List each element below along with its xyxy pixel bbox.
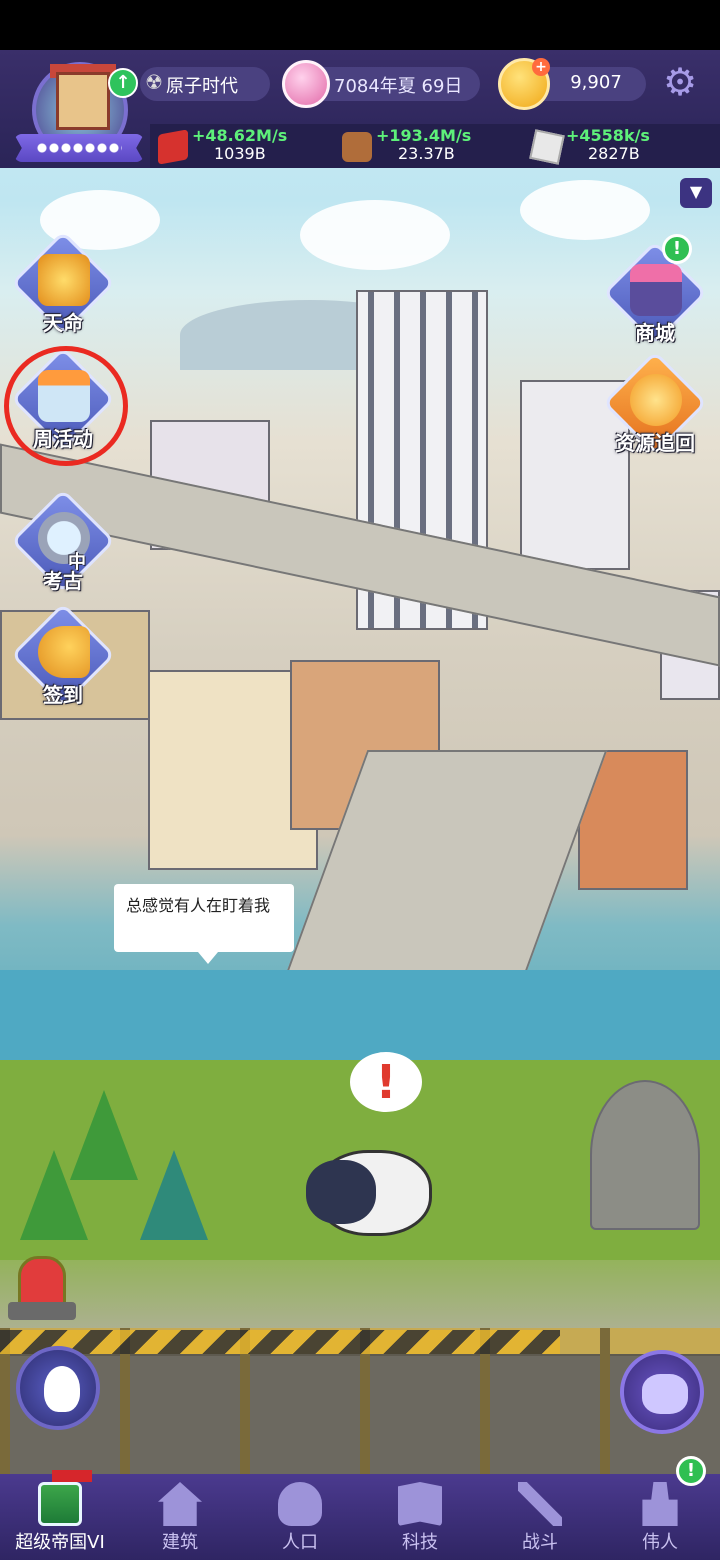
resource-recover-label: 资源追回 <box>615 431 695 455</box>
highlight-circle <box>4 346 128 466</box>
river <box>0 970 720 1060</box>
settings-gear-icon[interactable]: ⚙ <box>660 62 700 102</box>
resource-wood[interactable]: +193.4M/s 23.37B <box>342 126 492 166</box>
nav-buildings[interactable]: 建筑 <box>120 1474 240 1560</box>
shop-label: 商城 <box>635 321 675 345</box>
nav-empire[interactable]: 超级帝国VI <box>0 1474 120 1560</box>
date-label: 7084年夏 69日 <box>334 76 463 97</box>
nav-label: 科技 <box>402 1532 438 1553</box>
alarm-base <box>8 1302 76 1320</box>
recover-arrow-icon <box>630 374 682 426</box>
statue-icon <box>642 1482 678 1526</box>
resource-rate: +193.4M/s <box>376 126 472 145</box>
cave-rock[interactable] <box>590 1080 700 1230</box>
add-coins-button[interactable]: + <box>532 58 550 76</box>
nav-label: 建筑 <box>162 1532 198 1553</box>
nav-label: 战斗 <box>522 1532 558 1553</box>
raccoon-icon <box>642 1374 688 1414</box>
hazard-stripes <box>0 1330 560 1354</box>
archaeology-label: 考古 <box>43 569 83 593</box>
sign-in-label: 签到 <box>43 683 83 707</box>
sign-in-button[interactable]: 签到 <box>8 602 118 712</box>
wolf-in-sheep-character[interactable] <box>306 1140 436 1244</box>
horn-icon <box>38 626 90 678</box>
person-icon <box>44 1366 80 1412</box>
lotus-icon <box>282 60 330 108</box>
tianming-label: 天命 <box>43 311 83 335</box>
status-bar <box>0 0 720 50</box>
tianming-button[interactable]: 天命 <box>8 230 118 340</box>
wood-resource-icon <box>342 132 372 162</box>
quest-alert-icon[interactable]: ! <box>350 1052 422 1112</box>
social-friends-button[interactable] <box>16 1346 100 1430</box>
raccoon-assistant-button[interactable] <box>620 1350 704 1434</box>
radiation-icon: ☢ <box>145 70 163 94</box>
resource-stone[interactable]: +4558k/s 2827B <box>529 126 682 166</box>
resource-rate: +48.62M/s <box>192 126 288 145</box>
nav-label: 超级帝国VI <box>15 1532 105 1553</box>
city-level-dots <box>36 142 122 154</box>
nav-label: 人口 <box>282 1532 318 1553</box>
resource-amount: 2827B <box>588 144 640 163</box>
nav-population[interactable]: 人口 <box>240 1474 360 1560</box>
era-label: 原子时代 <box>166 76 238 97</box>
stone-resource-icon <box>529 129 565 165</box>
speech-bubble: 总感觉有人在盯着我 <box>114 884 294 964</box>
person-icon <box>278 1482 322 1526</box>
house-icon <box>56 72 110 130</box>
great-people-alert-icon: ! <box>676 1456 706 1486</box>
shop-alert-icon: ! <box>662 234 692 264</box>
nav-technology[interactable]: 科技 <box>360 1474 480 1560</box>
coin-count: 9,907 <box>570 72 622 93</box>
resource-recover-button[interactable]: 资源追回 <box>600 350 710 460</box>
flag-icon <box>52 1470 92 1482</box>
castle-icon <box>38 1482 82 1526</box>
upgrade-arrow-icon[interactable]: ↑ <box>108 68 138 98</box>
cloud <box>520 180 650 240</box>
house-icon <box>158 1482 202 1526</box>
shop-button[interactable]: 商城 <box>600 240 710 350</box>
nav-label: 伟人 <box>642 1532 678 1553</box>
book-icon <box>398 1482 442 1526</box>
destiny-medal-icon <box>38 254 90 306</box>
resource-amount: 23.37B <box>398 144 455 163</box>
shop-icon <box>630 264 682 316</box>
tree <box>20 1150 88 1240</box>
archaeology-button[interactable]: 考古 <box>8 488 118 598</box>
nav-great-people[interactable]: 伟人 <box>600 1474 720 1560</box>
expand-dropdown-button[interactable]: ▼ <box>680 178 712 208</box>
food-resource-icon <box>158 129 188 165</box>
cloud <box>300 200 450 270</box>
resource-amount: 1039B <box>214 144 266 163</box>
archaeology-status: 中 <box>68 552 86 573</box>
tree <box>140 1150 208 1240</box>
nav-battle[interactable]: 战斗 <box>480 1474 600 1560</box>
bottom-nav: 超级帝国VI 建筑 人口 科技 战斗 伟人 <box>0 1474 720 1560</box>
resource-rate: +4558k/s <box>566 126 650 145</box>
resource-food[interactable]: +48.62M/s 1039B <box>158 126 308 166</box>
crossed-swords-icon <box>518 1482 562 1526</box>
wolf-face <box>306 1160 376 1224</box>
